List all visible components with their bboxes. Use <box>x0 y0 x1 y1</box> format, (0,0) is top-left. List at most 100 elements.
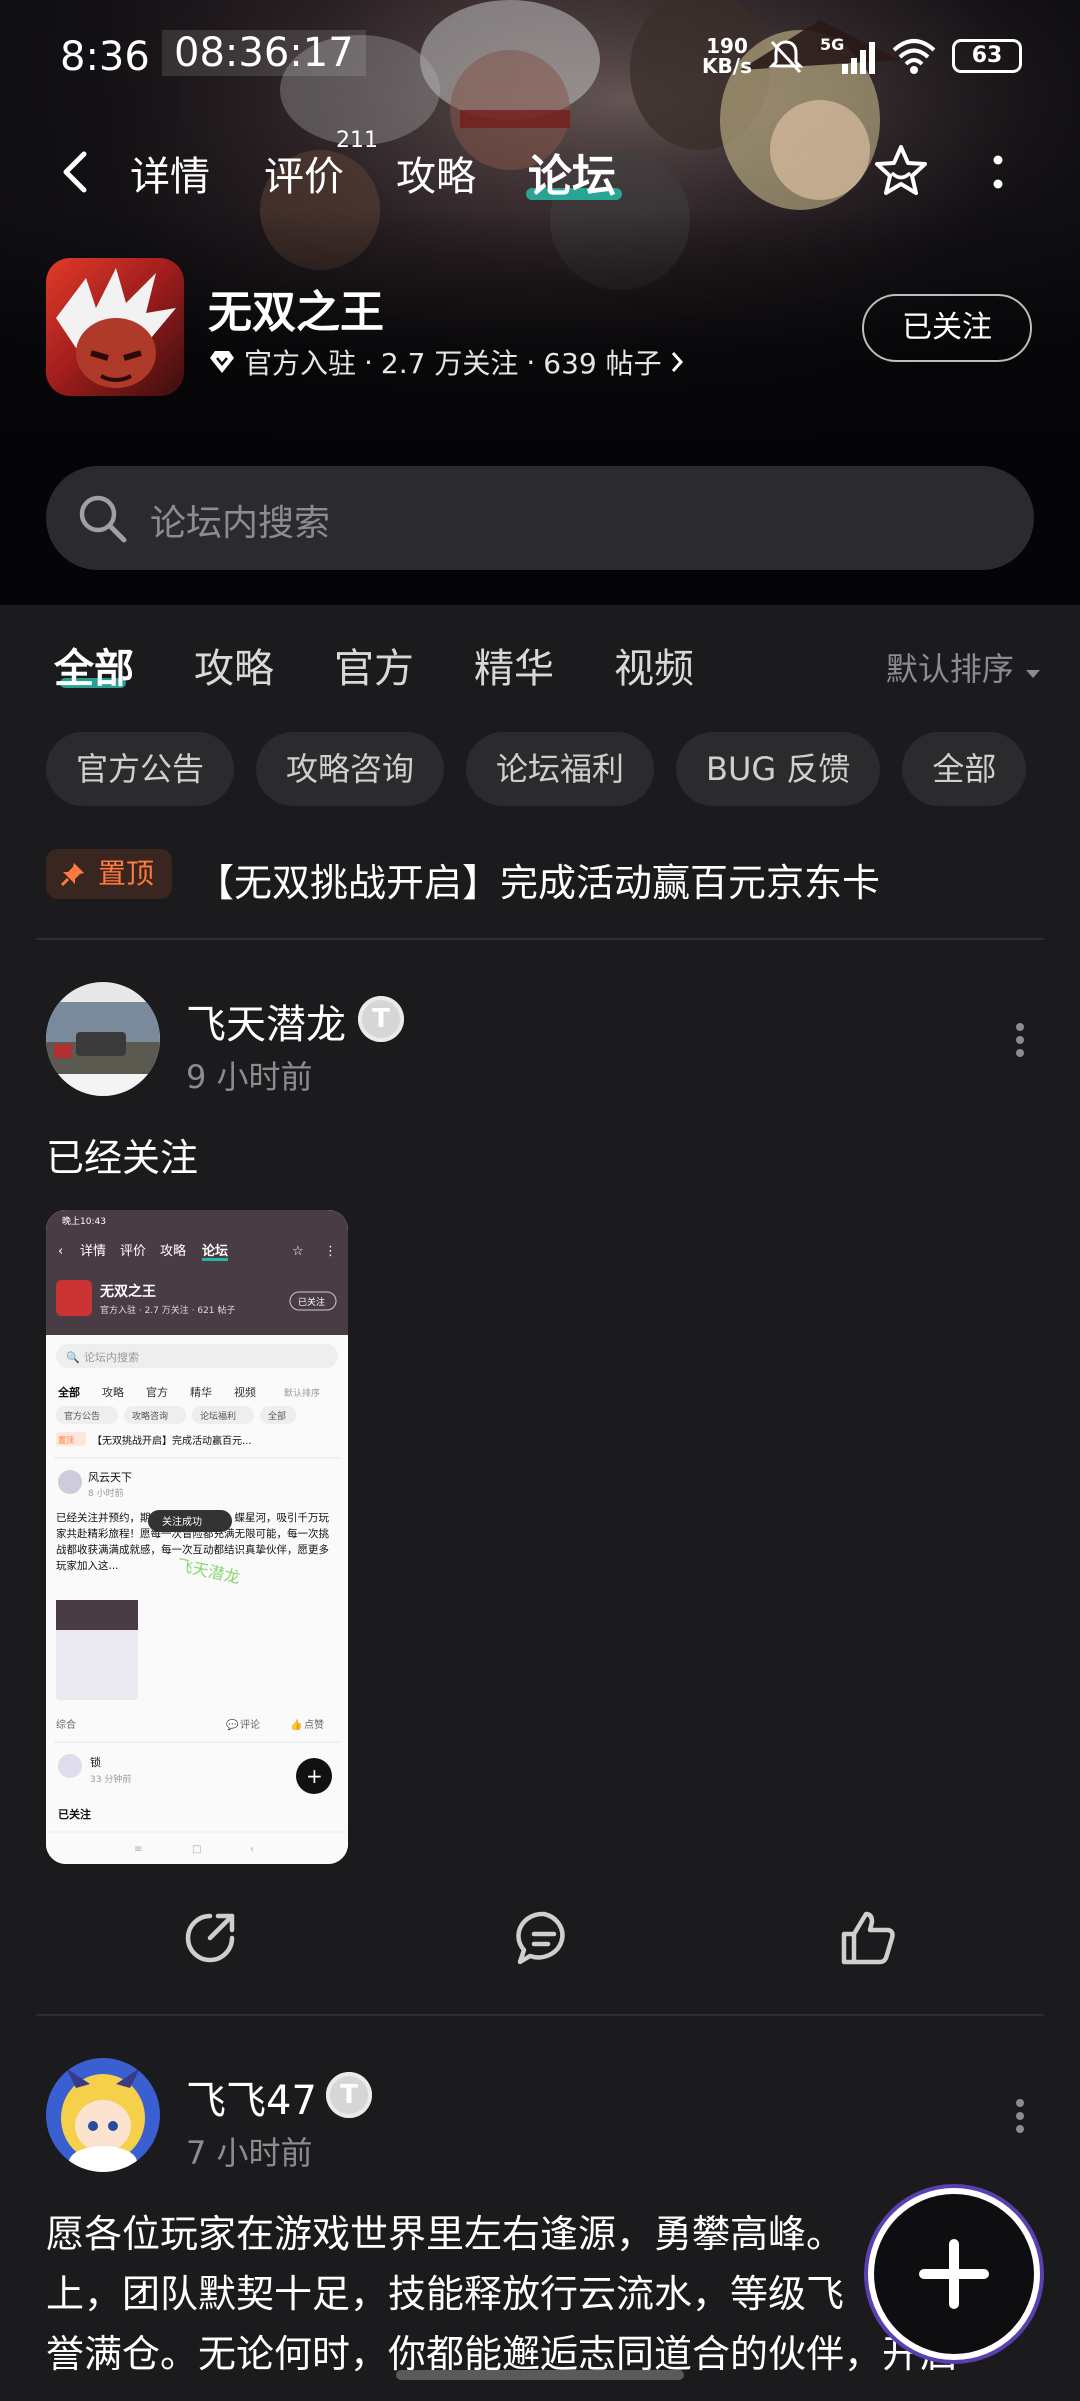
search-icon <box>79 495 127 543</box>
svg-text:官方公告: 官方公告 <box>64 1410 100 1422</box>
home-indicator[interactable] <box>396 2370 684 2380</box>
svg-text:评价: 评价 <box>120 1244 146 1259</box>
post-time: 9 小时前 <box>186 1058 313 1096</box>
chip-bug-feedback[interactable]: BUG 反馈 <box>676 732 881 806</box>
chip-all[interactable]: 全部 <box>902 732 1027 806</box>
svg-text:官方: 官方 <box>146 1385 168 1399</box>
filter-tab-featured[interactable]: 精华 <box>474 636 554 694</box>
posts-count: 639 帖子 <box>543 347 662 380</box>
svg-text:默认排序: 默认排序 <box>284 1387 320 1399</box>
chip-forum-benefits[interactable]: 论坛福利 <box>466 732 655 806</box>
post-header: 飞飞47 T 7 小时前 <box>46 2058 1026 2178</box>
tab-guides[interactable]: 攻略 <box>396 144 476 202</box>
signal-icon: 5G <box>820 36 875 74</box>
new-post-button[interactable] <box>874 2194 1034 2354</box>
svg-text:🔍: 🔍 <box>66 1350 80 1364</box>
top-nav: 详情 评价 211 攻略 论坛 <box>0 128 1080 210</box>
game-icon <box>46 258 184 396</box>
svg-text:☆: ☆ <box>292 1244 304 1259</box>
tab-reviews[interactable]: 评价 <box>264 144 344 202</box>
avatar[interactable] <box>46 2058 160 2172</box>
svg-text:攻略: 攻略 <box>102 1385 124 1399</box>
comment-icon[interactable] <box>514 1908 574 1968</box>
mute-bell-icon <box>768 40 804 74</box>
search-input[interactable]: 论坛内搜索 <box>150 494 330 546</box>
post-time: 7 小时前 <box>186 2134 313 2172</box>
divider <box>36 938 1044 940</box>
post-more-icon[interactable] <box>1014 1022 1026 1058</box>
svg-text:论坛: 论坛 <box>202 1243 228 1259</box>
forum-search-bar[interactable]: 论坛内搜索 <box>46 466 1034 570</box>
svg-text:官方入驻 · 2.7 万关注 · 621 帖子: 官方入驻 · 2.7 万关注 · 621 帖子 <box>100 1304 235 1316</box>
svg-text:精华: 精华 <box>190 1385 212 1399</box>
game-meta[interactable]: 官方入驻 · 2.7 万关注 · 639 帖子 <box>208 342 684 382</box>
chip-guide-consultation[interactable]: 攻略咨询 <box>256 732 445 806</box>
svg-text:👍: 👍 <box>290 1718 302 1731</box>
post-header: 飞天潜龙 T 9 小时前 <box>46 982 1026 1102</box>
wifi-icon <box>892 39 936 74</box>
tab-forum[interactable]: 论坛 <box>528 140 616 204</box>
verified-diamond-icon <box>210 351 234 373</box>
svg-text:攻略咨询: 攻略咨询 <box>132 1410 168 1422</box>
sort-dropdown[interactable]: 默认排序 <box>886 644 1042 690</box>
svg-text:无双之王: 无双之王 <box>99 1283 156 1300</box>
favorite-star-icon[interactable] <box>872 142 930 200</box>
filter-tabs: 全部 攻略 官方 精华 视频 默认排序 <box>0 630 1080 700</box>
pinned-badge: 置顶 <box>46 849 172 899</box>
official-label: 官方入驻 <box>244 347 357 380</box>
svg-text:论坛福利: 论坛福利 <box>200 1410 236 1422</box>
avatar[interactable] <box>46 982 160 1096</box>
svg-text:💬: 💬 <box>226 1718 239 1731</box>
battery-indicator: 63 <box>952 39 1022 73</box>
filter-tab-all[interactable]: 全部 <box>54 636 134 694</box>
level-badge: T <box>358 996 404 1042</box>
status-time: 8:36 <box>60 34 150 80</box>
like-icon[interactable] <box>838 1908 898 1968</box>
followers-count: 2.7 万关注 <box>380 347 519 380</box>
svg-text:≡: ≡ <box>134 1844 142 1855</box>
follow-button[interactable]: 已关注 <box>862 294 1032 362</box>
svg-text:综合: 综合 <box>56 1718 76 1731</box>
svg-text:5G: 5G <box>820 36 844 54</box>
level-badge: T <box>326 2072 372 2118</box>
svg-text:已关注: 已关注 <box>58 1807 91 1821</box>
plus-icon <box>919 2239 989 2309</box>
svg-text:晚上10:43: 晚上10:43 <box>62 1216 106 1227</box>
svg-text:评论: 评论 <box>240 1718 260 1731</box>
svg-text:关注成功: 关注成功 <box>162 1515 202 1528</box>
svg-text:攻略: 攻略 <box>160 1243 186 1259</box>
filter-tab-official[interactable]: 官方 <box>334 636 414 694</box>
svg-text:置顶: 置顶 <box>58 1436 74 1445</box>
post-body[interactable]: 已经关注 <box>46 1128 198 1188</box>
svg-text:已关注: 已关注 <box>298 1296 325 1308</box>
svg-text:全部: 全部 <box>57 1385 80 1399</box>
filter-tab-video[interactable]: 视频 <box>614 636 694 694</box>
more-options-icon[interactable] <box>990 152 1006 192</box>
username[interactable]: 飞飞47 <box>186 2068 317 2126</box>
svg-text:详情: 详情 <box>80 1244 106 1259</box>
svg-text:全部: 全部 <box>268 1410 286 1422</box>
chip-official-announcements[interactable]: 官方公告 <box>46 732 235 806</box>
username[interactable]: 飞天潜龙 <box>186 992 346 1050</box>
share-icon[interactable] <box>180 1908 240 1968</box>
chevron-right-icon <box>671 352 683 372</box>
back-arrow-icon[interactable] <box>56 148 96 196</box>
tab-details[interactable]: 详情 <box>130 144 210 202</box>
svg-text:33 分钟前: 33 分钟前 <box>90 1773 131 1785</box>
filter-tab-guides[interactable]: 攻略 <box>194 636 274 694</box>
svg-text:⋮: ⋮ <box>324 1244 337 1259</box>
post-image[interactable]: 晚上10:43 ‹ 详情 评价 攻略 论坛 ☆ ⋮ 无双之王 官方入驻 · 2.… <box>46 1210 348 1864</box>
post-more-icon[interactable] <box>1014 2098 1026 2134</box>
game-title: 无双之王 <box>208 287 384 338</box>
divider <box>36 2014 1044 2016</box>
clock-overlay: 08:36:17 <box>162 30 366 76</box>
svg-text:论坛内搜索: 论坛内搜索 <box>84 1350 139 1364</box>
net-speed: 190 KB/s <box>702 34 752 78</box>
reviews-count-badge: 211 <box>336 128 378 153</box>
svg-text:【无双挑战开启】完成活动赢百元...: 【无双挑战开启】完成活动赢百元... <box>92 1434 252 1447</box>
caret-down-icon <box>1026 670 1040 678</box>
pinned-post[interactable]: 置顶 【无双挑战开启】完成活动赢百元京东卡 <box>46 846 1046 906</box>
status-bar: 8:36 08:36:17 190 KB/s 5G 63 <box>0 0 1080 120</box>
svg-text:‹: ‹ <box>58 1244 63 1259</box>
svg-text:□: □ <box>192 1844 201 1855</box>
